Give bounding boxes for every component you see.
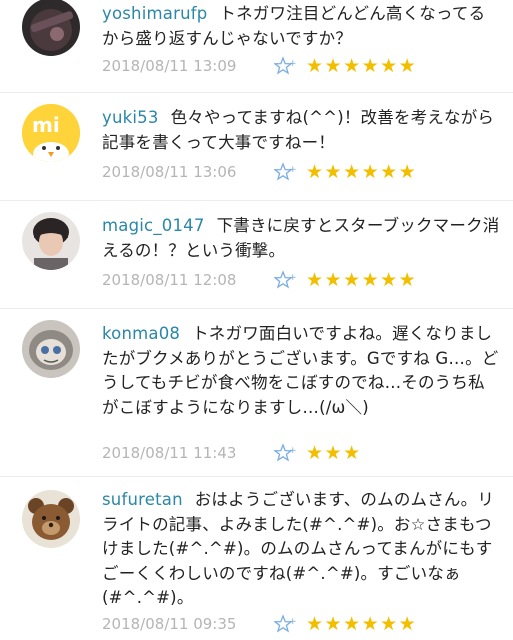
svg-text:mi: mi xyxy=(32,113,60,137)
add-star-icon[interactable]: + xyxy=(274,162,296,182)
star-rating: ★★★★★★ xyxy=(306,269,418,291)
comment-text: yoshimarufp トネガワ注目どんどん高くなってるから盛り返すんじゃないです… xyxy=(102,2,501,51)
username-link[interactable]: sufuretan xyxy=(102,490,183,509)
comment-date: 2018/08/11 11:43 xyxy=(102,444,237,462)
comment-meta: 2018/08/11 13:09 + ★★★★★★ xyxy=(102,54,417,78)
avatar-yuki53[interactable]: mi xyxy=(22,104,80,162)
username-link[interactable]: yoshimarufp xyxy=(102,4,207,23)
comment-text: sufuretan おはようございます、のムのムさん。リライトの記事、よみました(… xyxy=(102,488,501,611)
svg-text:+: + xyxy=(289,165,296,175)
add-star-icon[interactable]: + xyxy=(274,56,296,76)
add-star-icon[interactable]: + xyxy=(274,443,296,463)
avatar-yoshimarufp[interactable] xyxy=(22,0,80,56)
add-star-icon[interactable]: + xyxy=(274,270,296,290)
comment-body: 色々やってますね(^^)！改善を考えながら記事を書くって大事ですねー！ xyxy=(102,108,495,152)
star-rating: ★★★ xyxy=(306,442,362,464)
username-link[interactable]: konma08 xyxy=(102,324,180,343)
avatar-sufuretan[interactable] xyxy=(22,490,80,548)
comment-item: sufuretan おはようございます、のムのムさん。リライトの記事、よみました(… xyxy=(0,476,513,640)
comment-date: 2018/08/11 13:06 xyxy=(102,163,237,181)
comment-item: konma08 トネガワ面白いですよね。遅くなりましたがブクメありがとうございます… xyxy=(0,308,513,476)
comment-text: magic_0147 下書きに戻すとスターブックマーク消えるの！？という衝撃。 xyxy=(102,214,501,263)
comment-item: yoshimarufp トネガワ注目どんどん高くなってるから盛り返すんじゃないです… xyxy=(0,0,513,92)
avatar-konma08[interactable] xyxy=(22,320,80,378)
comment-date: 2018/08/11 09:35 xyxy=(102,615,237,633)
comment-date: 2018/08/11 13:09 xyxy=(102,57,237,75)
svg-text:+: + xyxy=(289,273,296,283)
svg-text:+: + xyxy=(289,617,296,627)
add-star-icon[interactable]: + xyxy=(274,614,296,634)
star-rating: ★★★★★★ xyxy=(306,613,418,635)
comment-meta: 2018/08/11 13:06 + ★★★★★★ xyxy=(102,160,417,184)
star-rating: ★★★★★★ xyxy=(306,55,418,77)
username-link[interactable]: magic_0147 xyxy=(102,216,205,235)
comment-meta: 2018/08/11 09:35 + ★★★★★★ xyxy=(102,612,417,636)
username-link[interactable]: yuki53 xyxy=(102,108,159,127)
comment-text: konma08 トネガワ面白いですよね。遅くなりましたがブクメありがとうございます… xyxy=(102,322,501,420)
comment-item: mi yuki53 色々やってますね(^^)！改善を考えながら記事を書くって大事で… xyxy=(0,92,513,200)
comment-text: yuki53 色々やってますね(^^)！改善を考えながら記事を書くって大事ですねー… xyxy=(102,106,501,155)
svg-text:+: + xyxy=(289,59,296,69)
svg-text:+: + xyxy=(289,446,296,456)
comment-date: 2018/08/11 12:08 xyxy=(102,271,237,289)
comment-item: magic_0147 下書きに戻すとスターブックマーク消えるの！？という衝撃。 2… xyxy=(0,200,513,308)
comment-meta: 2018/08/11 11:43 + ★★★ xyxy=(102,441,362,465)
avatar-magic-0147[interactable] xyxy=(22,212,80,270)
star-rating: ★★★★★★ xyxy=(306,161,418,183)
comment-meta: 2018/08/11 12:08 + ★★★★★★ xyxy=(102,268,417,292)
